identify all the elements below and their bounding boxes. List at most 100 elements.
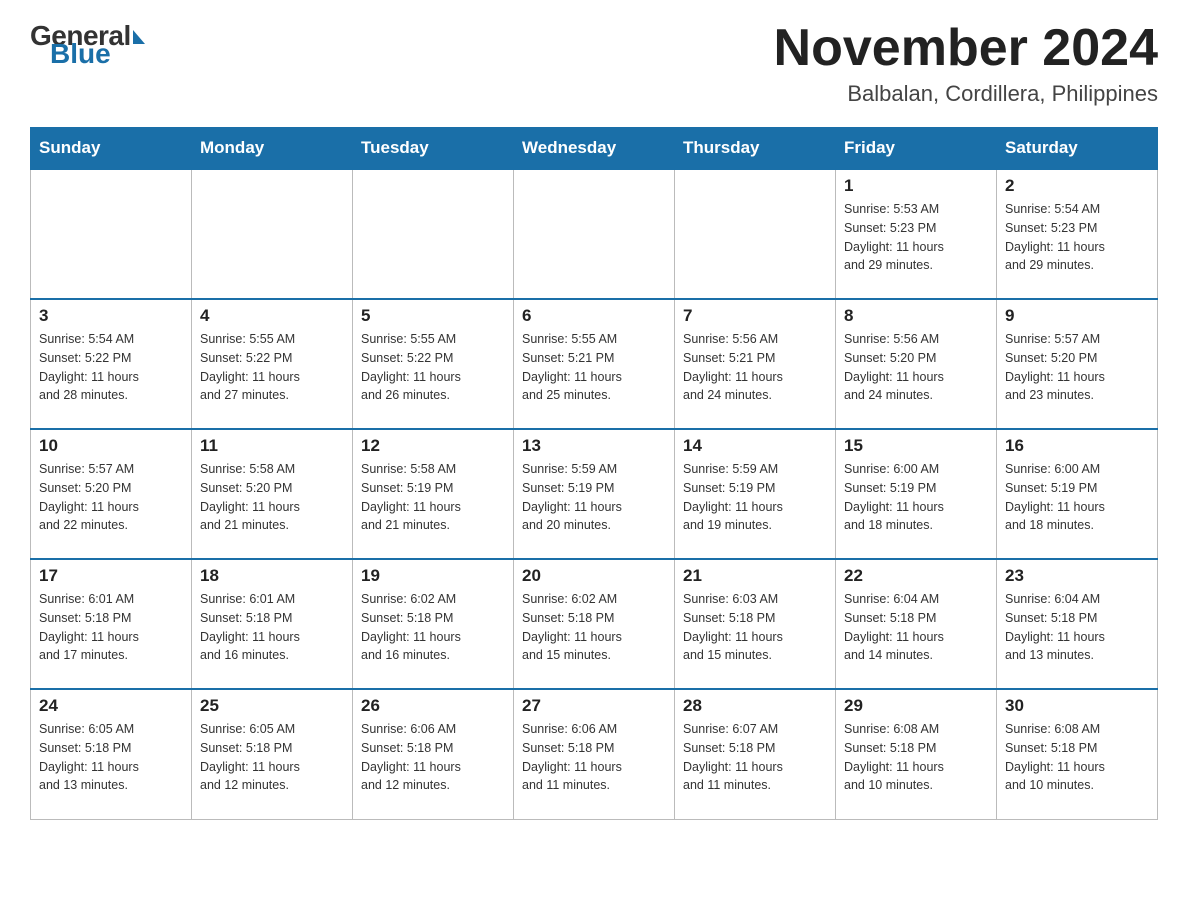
header-wednesday: Wednesday	[514, 128, 675, 170]
day-info: Sunrise: 6:07 AM Sunset: 5:18 PM Dayligh…	[683, 720, 827, 795]
day-number: 22	[844, 566, 988, 586]
table-row: 9 Sunrise: 5:57 AM Sunset: 5:20 PM Daylig…	[997, 299, 1158, 429]
day-number: 29	[844, 696, 988, 716]
day-number: 28	[683, 696, 827, 716]
table-row: 13 Sunrise: 5:59 AM Sunset: 5:19 PM Dayli…	[514, 429, 675, 559]
day-info: Sunrise: 5:55 AM Sunset: 5:21 PM Dayligh…	[522, 330, 666, 405]
day-info: Sunrise: 6:06 AM Sunset: 5:18 PM Dayligh…	[522, 720, 666, 795]
day-info: Sunrise: 5:57 AM Sunset: 5:20 PM Dayligh…	[39, 460, 183, 535]
calendar-table: Sunday Monday Tuesday Wednesday Thursday…	[30, 127, 1158, 820]
calendar-header-row: Sunday Monday Tuesday Wednesday Thursday…	[31, 128, 1158, 170]
day-info: Sunrise: 5:56 AM Sunset: 5:21 PM Dayligh…	[683, 330, 827, 405]
day-number: 13	[522, 436, 666, 456]
day-info: Sunrise: 6:02 AM Sunset: 5:18 PM Dayligh…	[522, 590, 666, 665]
logo: General Blue	[30, 20, 145, 70]
day-info: Sunrise: 6:08 AM Sunset: 5:18 PM Dayligh…	[1005, 720, 1149, 795]
table-row	[31, 169, 192, 299]
day-number: 12	[361, 436, 505, 456]
day-number: 7	[683, 306, 827, 326]
table-row: 12 Sunrise: 5:58 AM Sunset: 5:19 PM Dayli…	[353, 429, 514, 559]
day-number: 21	[683, 566, 827, 586]
day-number: 1	[844, 176, 988, 196]
day-info: Sunrise: 6:03 AM Sunset: 5:18 PM Dayligh…	[683, 590, 827, 665]
table-row: 6Sunrise: 5:55 AM Sunset: 5:21 PM Daylig…	[514, 299, 675, 429]
day-info: Sunrise: 5:55 AM Sunset: 5:22 PM Dayligh…	[200, 330, 344, 405]
day-info: Sunrise: 6:00 AM Sunset: 5:19 PM Dayligh…	[1005, 460, 1149, 535]
header-thursday: Thursday	[675, 128, 836, 170]
day-number: 30	[1005, 696, 1149, 716]
logo-triangle-icon	[133, 30, 145, 44]
table-row: 20 Sunrise: 6:02 AM Sunset: 5:18 PM Dayli…	[514, 559, 675, 689]
table-row: 11 Sunrise: 5:58 AM Sunset: 5:20 PM Dayli…	[192, 429, 353, 559]
day-info: Sunrise: 6:05 AM Sunset: 5:18 PM Dayligh…	[39, 720, 183, 795]
day-number: 24	[39, 696, 183, 716]
table-row: 10 Sunrise: 5:57 AM Sunset: 5:20 PM Dayli…	[31, 429, 192, 559]
day-info: Sunrise: 6:08 AM Sunset: 5:18 PM Dayligh…	[844, 720, 988, 795]
day-info: Sunrise: 5:55 AM Sunset: 5:22 PM Dayligh…	[361, 330, 505, 405]
table-row: 18Sunrise: 6:01 AM Sunset: 5:18 PM Dayli…	[192, 559, 353, 689]
table-row: 27 Sunrise: 6:06 AM Sunset: 5:18 PM Dayli…	[514, 689, 675, 819]
header-sunday: Sunday	[31, 128, 192, 170]
table-row	[514, 169, 675, 299]
table-row: 26 Sunrise: 6:06 AM Sunset: 5:18 PM Dayli…	[353, 689, 514, 819]
calendar-week-row: 17 Sunrise: 6:01 AM Sunset: 5:18 PM Dayli…	[31, 559, 1158, 689]
table-row: 1 Sunrise: 5:53 AM Sunset: 5:23 PM Daylig…	[836, 169, 997, 299]
table-row: 15Sunrise: 6:00 AM Sunset: 5:19 PM Dayli…	[836, 429, 997, 559]
day-info: Sunrise: 6:06 AM Sunset: 5:18 PM Dayligh…	[361, 720, 505, 795]
header-saturday: Saturday	[997, 128, 1158, 170]
table-row: 25 Sunrise: 6:05 AM Sunset: 5:18 PM Dayli…	[192, 689, 353, 819]
table-row: 22 Sunrise: 6:04 AM Sunset: 5:18 PM Dayli…	[836, 559, 997, 689]
table-row: 21 Sunrise: 6:03 AM Sunset: 5:18 PM Dayli…	[675, 559, 836, 689]
calendar-week-row: 3Sunrise: 5:54 AM Sunset: 5:22 PM Daylig…	[31, 299, 1158, 429]
calendar-week-row: 10 Sunrise: 5:57 AM Sunset: 5:20 PM Dayli…	[31, 429, 1158, 559]
day-info: Sunrise: 5:53 AM Sunset: 5:23 PM Dayligh…	[844, 200, 988, 275]
day-number: 5	[361, 306, 505, 326]
table-row	[675, 169, 836, 299]
table-row: 16 Sunrise: 6:00 AM Sunset: 5:19 PM Dayli…	[997, 429, 1158, 559]
table-row	[353, 169, 514, 299]
day-number: 25	[200, 696, 344, 716]
table-row: 28 Sunrise: 6:07 AM Sunset: 5:18 PM Dayli…	[675, 689, 836, 819]
day-info: Sunrise: 5:57 AM Sunset: 5:20 PM Dayligh…	[1005, 330, 1149, 405]
table-row: 29 Sunrise: 6:08 AM Sunset: 5:18 PM Dayli…	[836, 689, 997, 819]
title-section: November 2024 Balbalan, Cordillera, Phil…	[774, 20, 1158, 107]
table-row: 3Sunrise: 5:54 AM Sunset: 5:22 PM Daylig…	[31, 299, 192, 429]
day-number: 10	[39, 436, 183, 456]
calendar-week-row: 1 Sunrise: 5:53 AM Sunset: 5:23 PM Daylig…	[31, 169, 1158, 299]
table-row: 8Sunrise: 5:56 AM Sunset: 5:20 PM Daylig…	[836, 299, 997, 429]
calendar-week-row: 24 Sunrise: 6:05 AM Sunset: 5:18 PM Dayli…	[31, 689, 1158, 819]
table-row: 14Sunrise: 5:59 AM Sunset: 5:19 PM Dayli…	[675, 429, 836, 559]
day-info: Sunrise: 6:04 AM Sunset: 5:18 PM Dayligh…	[1005, 590, 1149, 665]
table-row: 2 Sunrise: 5:54 AM Sunset: 5:23 PM Daylig…	[997, 169, 1158, 299]
day-number: 9	[1005, 306, 1149, 326]
day-info: Sunrise: 5:54 AM Sunset: 5:23 PM Dayligh…	[1005, 200, 1149, 275]
day-number: 8	[844, 306, 988, 326]
table-row: 30 Sunrise: 6:08 AM Sunset: 5:18 PM Dayli…	[997, 689, 1158, 819]
day-number: 17	[39, 566, 183, 586]
table-row	[192, 169, 353, 299]
day-info: Sunrise: 5:59 AM Sunset: 5:19 PM Dayligh…	[522, 460, 666, 535]
day-info: Sunrise: 6:04 AM Sunset: 5:18 PM Dayligh…	[844, 590, 988, 665]
day-number: 27	[522, 696, 666, 716]
day-info: Sunrise: 6:01 AM Sunset: 5:18 PM Dayligh…	[39, 590, 183, 665]
day-info: Sunrise: 5:58 AM Sunset: 5:20 PM Dayligh…	[200, 460, 344, 535]
day-number: 14	[683, 436, 827, 456]
day-number: 20	[522, 566, 666, 586]
table-row: 23Sunrise: 6:04 AM Sunset: 5:18 PM Dayli…	[997, 559, 1158, 689]
table-row: 4 Sunrise: 5:55 AM Sunset: 5:22 PM Daylig…	[192, 299, 353, 429]
day-number: 4	[200, 306, 344, 326]
day-info: Sunrise: 6:05 AM Sunset: 5:18 PM Dayligh…	[200, 720, 344, 795]
table-row: 7 Sunrise: 5:56 AM Sunset: 5:21 PM Daylig…	[675, 299, 836, 429]
page-header: General Blue November 2024 Balbalan, Cor…	[30, 20, 1158, 107]
day-number: 11	[200, 436, 344, 456]
table-row: 5 Sunrise: 5:55 AM Sunset: 5:22 PM Daylig…	[353, 299, 514, 429]
table-row: 17 Sunrise: 6:01 AM Sunset: 5:18 PM Dayli…	[31, 559, 192, 689]
day-number: 2	[1005, 176, 1149, 196]
day-number: 26	[361, 696, 505, 716]
day-info: Sunrise: 5:58 AM Sunset: 5:19 PM Dayligh…	[361, 460, 505, 535]
day-number: 16	[1005, 436, 1149, 456]
logo-blue-text: Blue	[50, 38, 111, 70]
month-title: November 2024	[774, 20, 1158, 77]
day-info: Sunrise: 6:02 AM Sunset: 5:18 PM Dayligh…	[361, 590, 505, 665]
header-tuesday: Tuesday	[353, 128, 514, 170]
